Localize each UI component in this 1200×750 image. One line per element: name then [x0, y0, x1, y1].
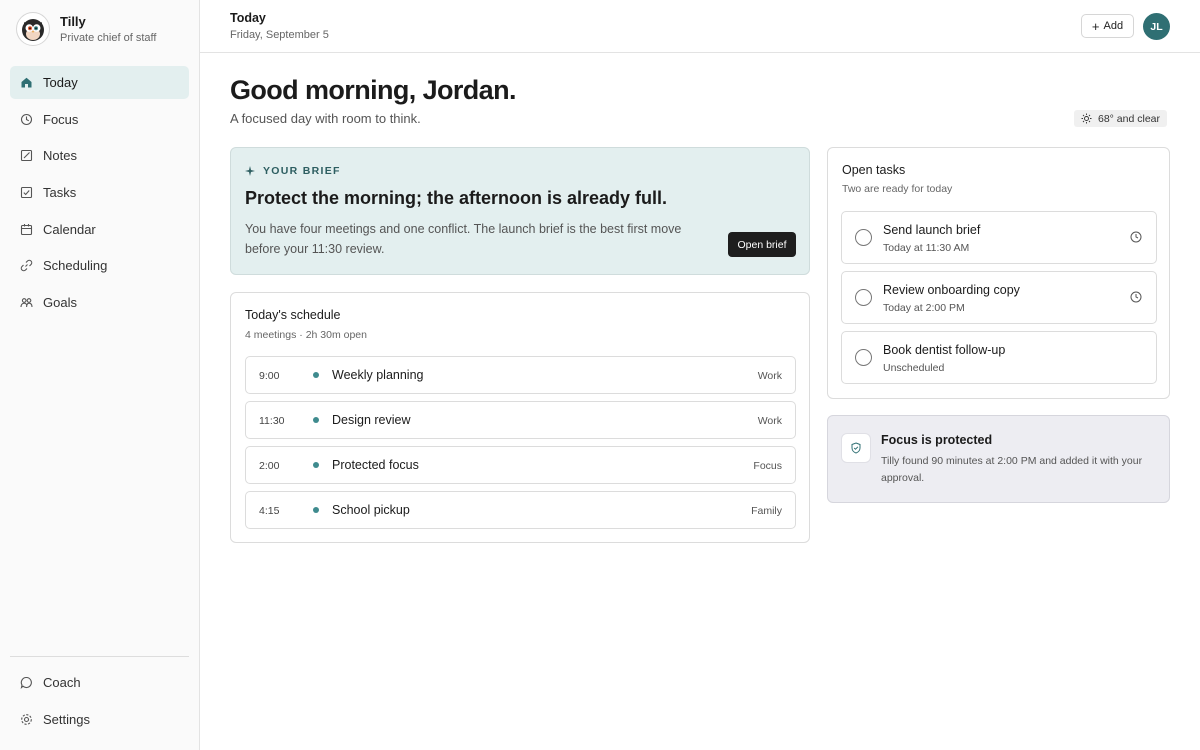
- schedule-card: Today's schedule 4 meetings · 2h 30m ope…: [230, 292, 810, 543]
- focus-protected-card: Focus is protected Tilly found 90 minute…: [827, 415, 1170, 503]
- tasks-card: Open tasks Two are ready for today Send …: [827, 147, 1170, 399]
- schedule-dot: [313, 417, 319, 423]
- greeting-subtitle: A focused day with room to think.: [230, 111, 421, 126]
- sidebar-item-label: Today: [43, 75, 78, 90]
- task-item[interactable]: Review onboarding copy Today at 2:00 PM: [841, 271, 1157, 324]
- schedule-tag: Work: [757, 415, 782, 427]
- sidebar-nav: Today Focus Notes Tasks Calendar Schedul…: [10, 66, 189, 323]
- sidebar-item-label: Notes: [43, 148, 77, 164]
- sidebar-item-label: Calendar: [43, 221, 96, 237]
- schedule-item[interactable]: 9:00 Weekly planning Work: [245, 356, 796, 394]
- add-button[interactable]: + Add: [1081, 14, 1134, 38]
- sidebar-item-focus[interactable]: Focus: [10, 103, 189, 136]
- schedule-item[interactable]: 2:00 Protected focus Focus: [245, 446, 796, 484]
- schedule-time: 2:00: [259, 460, 280, 472]
- weather-badge: 68° and clear: [1074, 110, 1167, 127]
- task-when: Unscheduled: [883, 362, 945, 374]
- tasks-icon: [20, 186, 33, 199]
- sidebar-item-today[interactable]: Today: [10, 66, 189, 99]
- clock-icon[interactable]: [1130, 291, 1142, 303]
- open-brief-button[interactable]: Open brief: [728, 232, 796, 257]
- schedule-tag: Focus: [753, 460, 782, 472]
- sidebar-item-coach[interactable]: Coach: [10, 666, 189, 699]
- schedule-time: 11:30: [259, 415, 285, 427]
- sidebar-item-tasks[interactable]: Tasks: [10, 176, 189, 209]
- calendar-icon: [20, 223, 33, 236]
- settings-icon: [20, 713, 33, 726]
- schedule-time: 4:15: [259, 505, 280, 517]
- schedule-summary: 4 meetings · 2h 30m open: [245, 329, 367, 341]
- page-title: Today: [230, 11, 266, 25]
- schedule-item[interactable]: 11:30 Design review Work: [245, 401, 796, 439]
- sidebar-item-notes[interactable]: Notes: [10, 139, 189, 172]
- tasks-title: Open tasks: [842, 163, 906, 177]
- brief-body: You have four meetings and one conflict.…: [245, 222, 682, 256]
- tasks-subtitle: Two are ready for today: [842, 183, 953, 195]
- add-button-label: Add: [1103, 20, 1124, 32]
- home-icon: [20, 76, 33, 89]
- schedule-title: Today's schedule: [245, 308, 341, 322]
- sidebar-item-label: Scheduling: [43, 258, 108, 274]
- sidebar-item-label: Settings: [43, 711, 90, 727]
- sidebar-item-goals[interactable]: Goals: [10, 286, 189, 319]
- schedule-tag: Work: [757, 370, 782, 382]
- brand-name: Tilly: [60, 13, 86, 29]
- sidebar-bottom-nav: Coach Settings: [10, 666, 189, 739]
- sidebar-item-settings[interactable]: Settings: [10, 703, 189, 736]
- notes-icon: [20, 149, 33, 162]
- link-icon: [20, 259, 33, 272]
- focus-icon: [20, 113, 33, 126]
- schedule-name: School pickup: [332, 503, 410, 517]
- sidebar-item-label: Coach: [43, 675, 81, 690]
- sidebar: Tilly Private chief of staff Today Focus…: [0, 0, 200, 750]
- clock-icon[interactable]: [1130, 231, 1142, 243]
- focus-title: Focus is protected: [881, 433, 993, 447]
- schedule-time: 9:00: [259, 370, 280, 382]
- schedule-dot: [313, 462, 319, 468]
- sidebar-divider: [10, 656, 189, 657]
- sun-icon: [1081, 113, 1092, 124]
- task-checkbox[interactable]: [855, 229, 872, 246]
- brief-title: Protect the morning; the afternoon is al…: [245, 188, 668, 208]
- brief-label: YOUR BRIEF: [245, 165, 341, 177]
- schedule-tag: Family: [751, 505, 782, 517]
- sidebar-item-label: Goals: [43, 295, 77, 311]
- brief-card: YOUR BRIEF Protect the morning; the afte…: [230, 147, 810, 275]
- brand-tagline: Private chief of staff: [60, 31, 157, 44]
- task-when: Today at 11:30 AM: [883, 242, 970, 254]
- goals-icon: [20, 296, 33, 309]
- brand: Tilly Private chief of staff: [16, 12, 156, 46]
- sidebar-item-scheduling[interactable]: Scheduling: [10, 249, 189, 282]
- task-name: Send launch brief: [883, 223, 981, 237]
- brief-label-text: YOUR BRIEF: [263, 165, 341, 177]
- schedule-dot: [313, 507, 319, 513]
- avatar[interactable]: JL: [1143, 13, 1170, 40]
- task-name: Book dentist follow-up: [883, 343, 1006, 357]
- plus-icon: +: [1091, 18, 1100, 34]
- task-when: Today at 2:00 PM: [883, 302, 965, 314]
- task-item[interactable]: Send launch brief Today at 11:30 AM: [841, 211, 1157, 264]
- schedule-name: Weekly planning: [332, 368, 424, 382]
- chat-icon: [20, 676, 33, 689]
- focus-body: Tilly found 90 minutes at 2:00 PM and ad…: [881, 455, 1143, 484]
- schedule-name: Protected focus: [332, 458, 419, 472]
- schedule-dot: [313, 372, 319, 378]
- greeting-heading: Good morning, Jordan.: [230, 75, 516, 105]
- sidebar-item-label: Focus: [43, 111, 79, 127]
- task-checkbox[interactable]: [855, 289, 872, 306]
- schedule-item[interactable]: 4:15 School pickup Family: [245, 491, 796, 529]
- weather-text: 68° and clear: [1098, 112, 1160, 125]
- task-item[interactable]: Book dentist follow-up Unscheduled: [841, 331, 1157, 384]
- task-checkbox[interactable]: [855, 349, 872, 366]
- page-date: Friday, September 5: [230, 29, 329, 41]
- top-bar: Today Friday, September 5 + Add JL: [200, 0, 1200, 53]
- sparkle-icon: [245, 166, 255, 176]
- task-name: Review onboarding copy: [883, 283, 1020, 297]
- sidebar-item-label: Tasks: [43, 185, 77, 201]
- owl-logo-icon: [16, 12, 50, 46]
- schedule-name: Design review: [332, 413, 411, 427]
- sidebar-item-calendar[interactable]: Calendar: [10, 213, 189, 246]
- shield-icon: [841, 433, 871, 463]
